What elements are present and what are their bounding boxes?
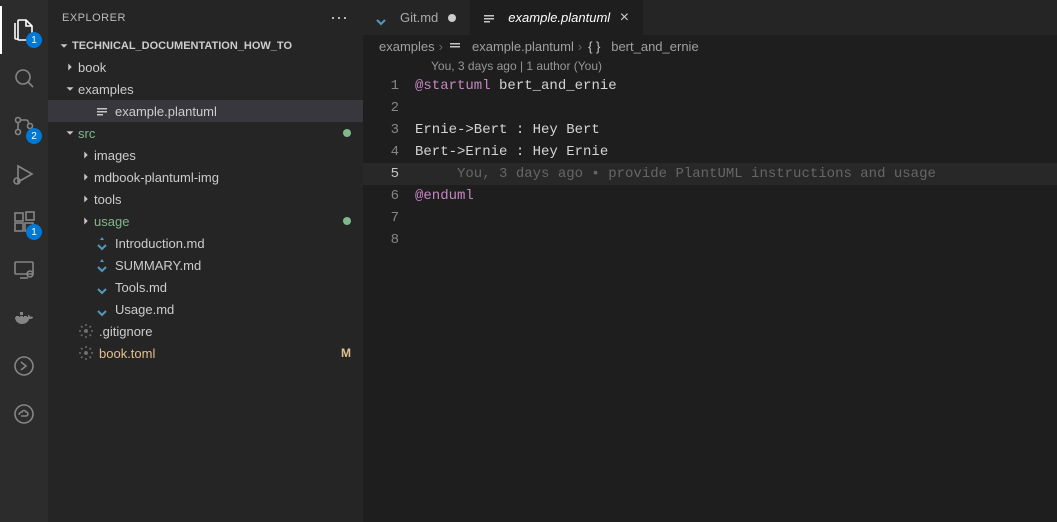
markdown-icon	[94, 235, 110, 251]
file-icon	[94, 103, 110, 119]
tree-file-example[interactable]: example.plantuml	[48, 100, 363, 122]
braces-icon: { }	[586, 38, 602, 54]
ext-badge: 1	[26, 224, 42, 240]
markdown-icon	[94, 257, 110, 273]
chevron-right-icon: ›	[439, 39, 443, 54]
line-number: 6	[363, 188, 415, 204]
tab-label: example.plantuml	[508, 10, 610, 25]
tab-label: Git.md	[400, 10, 438, 25]
line-number: 4	[363, 144, 415, 160]
tree-folder-mdbook[interactable]: mdbook-plantuml-img	[48, 166, 363, 188]
breadcrumb-seg[interactable]: bert_and_ernie	[611, 39, 698, 54]
chevron-down-icon	[56, 38, 72, 54]
gear-icon	[78, 323, 94, 339]
sidebar-header: EXPLORER ⋯	[48, 0, 363, 36]
chevron-right-icon	[78, 213, 94, 229]
breadcrumb-seg[interactable]: examples	[379, 39, 435, 54]
markdown-icon	[94, 279, 110, 295]
tree-label: usage	[94, 214, 129, 229]
tree-label: SUMMARY.md	[115, 258, 201, 273]
git-blame-inline: You, 3 days ago • provide PlantUML instr…	[415, 166, 936, 182]
activity-debug[interactable]	[0, 150, 48, 198]
chevron-right-icon	[78, 147, 94, 163]
tree-label: src	[78, 126, 95, 141]
section-title: TECHNICAL_DOCUMENTATION_HOW_TO	[72, 40, 292, 52]
activity-remote-icon[interactable]	[0, 246, 48, 294]
chevron-right-icon	[62, 59, 78, 75]
activity-explorer[interactable]: 1	[0, 6, 48, 54]
file-icon	[481, 10, 497, 26]
status-dot	[343, 217, 351, 225]
chevron-right-icon: ›	[578, 39, 582, 54]
line-number: 3	[363, 122, 415, 138]
tree-label: example.plantuml	[115, 104, 217, 119]
tree-file-toolsmd[interactable]: Tools.md	[48, 276, 363, 298]
activity-docker-icon[interactable]	[0, 294, 48, 342]
tab-git[interactable]: Git.md	[363, 0, 471, 35]
sidebar-title: EXPLORER	[62, 12, 126, 24]
tree-label: Tools.md	[115, 280, 167, 295]
activity-circle-icon[interactable]	[0, 342, 48, 390]
tree-label: book.toml	[99, 346, 155, 361]
tree-label: examples	[78, 82, 134, 97]
tree-label: mdbook-plantuml-img	[94, 170, 219, 185]
activity-bar: 1 2 1	[0, 0, 48, 522]
markdown-icon	[94, 301, 110, 317]
explorer-sidebar: EXPLORER ⋯ TECHNICAL_DOCUMENTATION_HOW_T…	[48, 0, 363, 522]
tree-folder-book[interactable]: book	[48, 56, 363, 78]
tree-file-intro[interactable]: Introduction.md	[48, 232, 363, 254]
breadcrumb-seg[interactable]: example.plantuml	[472, 39, 574, 54]
tree-folder-examples[interactable]: examples	[48, 78, 363, 100]
codelens[interactable]: You, 3 days ago | 1 author (You)	[363, 57, 1057, 75]
markdown-icon	[373, 10, 389, 26]
status-dot	[343, 129, 351, 137]
gear-icon	[78, 345, 94, 361]
tree-label: .gitignore	[99, 324, 152, 339]
breadcrumbs[interactable]: examples › example.plantuml › { } bert_a…	[363, 35, 1057, 57]
tree-folder-usage[interactable]: usage	[48, 210, 363, 232]
code-area[interactable]: 1@startuml bert_and_ernie 2 3Ernie->Bert…	[363, 75, 1057, 251]
tree-folder-images[interactable]: images	[48, 144, 363, 166]
line-number: 2	[363, 100, 415, 116]
line-number: 5	[363, 166, 415, 182]
file-icon	[447, 38, 463, 54]
close-icon[interactable]: ×	[616, 10, 632, 26]
tab-dirty-icon	[448, 14, 456, 22]
activity-search[interactable]	[0, 54, 48, 102]
line-number: 8	[363, 232, 415, 248]
chevron-down-icon	[62, 81, 78, 97]
tab-example[interactable]: example.plantuml ×	[471, 0, 643, 35]
tree-label: tools	[94, 192, 121, 207]
activity-cloud-icon[interactable]	[0, 390, 48, 438]
status-modified: M	[341, 346, 351, 360]
chevron-down-icon	[62, 125, 78, 141]
tree-label: book	[78, 60, 106, 75]
line-number: 7	[363, 210, 415, 226]
tree-file-gitignore[interactable]: .gitignore	[48, 320, 363, 342]
tabs-bar: Git.md example.plantuml ×	[363, 0, 1057, 35]
chevron-right-icon	[78, 169, 94, 185]
explorer-badge: 1	[26, 32, 42, 48]
editor-group: Git.md example.plantuml × examples › exa…	[363, 0, 1057, 522]
tree-label: Usage.md	[115, 302, 174, 317]
tree-file-booktoml[interactable]: book.toml M	[48, 342, 363, 364]
tree-folder-src[interactable]: src	[48, 122, 363, 144]
tree-folder-tools[interactable]: tools	[48, 188, 363, 210]
section-header[interactable]: TECHNICAL_DOCUMENTATION_HOW_TO	[48, 36, 363, 56]
tree-label: Introduction.md	[115, 236, 205, 251]
sidebar-more-icon[interactable]: ⋯	[330, 8, 349, 29]
scm-badge: 2	[26, 128, 42, 144]
activity-scm[interactable]: 2	[0, 102, 48, 150]
activity-extensions[interactable]: 1	[0, 198, 48, 246]
line-number: 1	[363, 78, 415, 94]
tree-label: images	[94, 148, 136, 163]
chevron-right-icon	[78, 191, 94, 207]
tree-file-summary[interactable]: SUMMARY.md	[48, 254, 363, 276]
file-tree: book examples example.plantuml src image…	[48, 56, 363, 522]
tree-file-usagemd[interactable]: Usage.md	[48, 298, 363, 320]
